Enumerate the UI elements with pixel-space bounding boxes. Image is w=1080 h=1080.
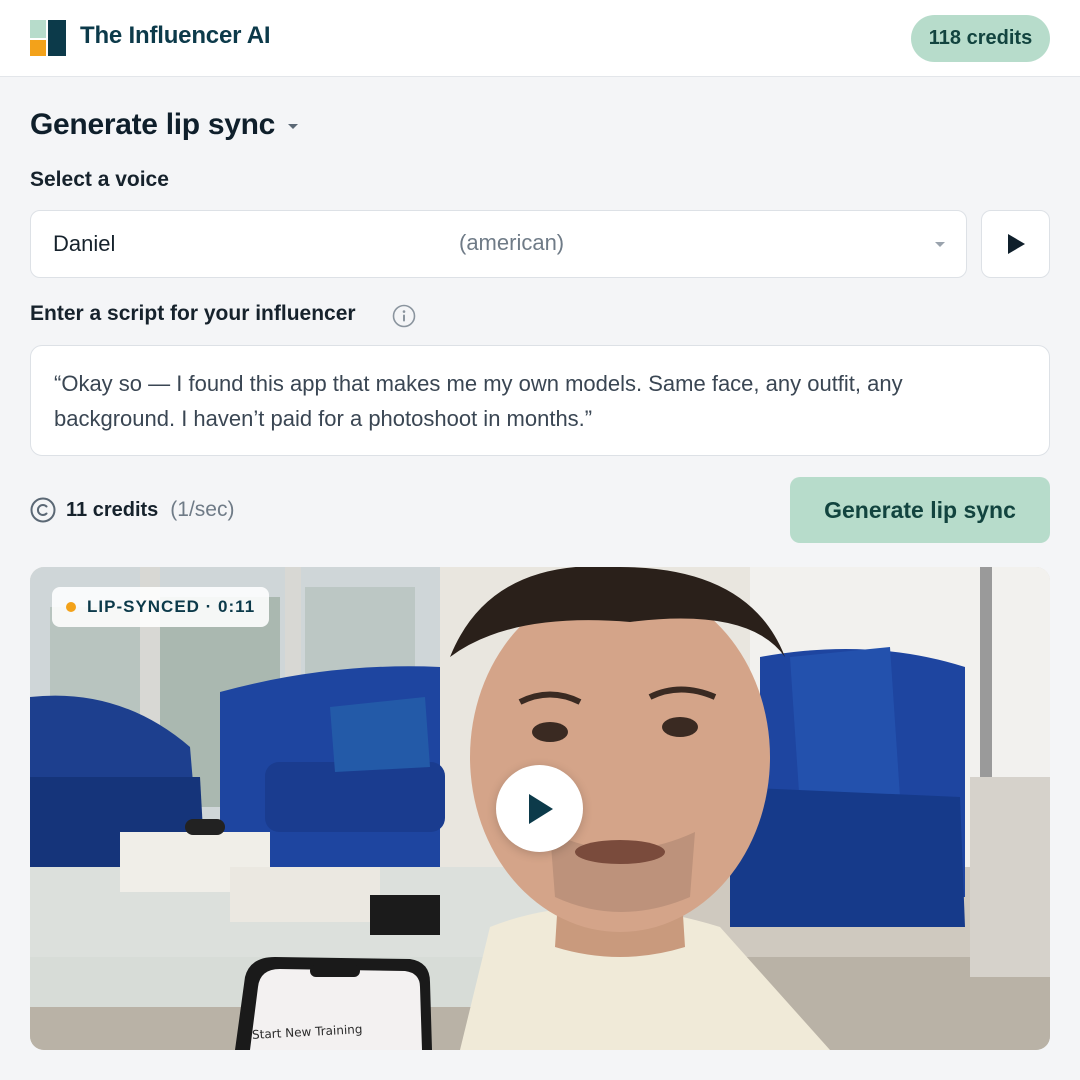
page-title-dropdown[interactable]: Generate lip sync xyxy=(30,108,299,142)
play-voice-button[interactable] xyxy=(981,210,1050,278)
chevron-down-icon xyxy=(935,242,945,247)
generate-lip-sync-button[interactable]: Generate lip sync xyxy=(790,477,1050,543)
script-label: Enter a script for your influencer xyxy=(30,302,356,325)
cost-credits: 11 credits xyxy=(66,498,159,521)
play-icon xyxy=(1007,234,1025,254)
top-header: The Influencer AI 118 credits xyxy=(0,0,1080,77)
video-play-button[interactable] xyxy=(496,765,583,852)
video-preview[interactable]: LIP-SYNCED · 0:11 Start New Training xyxy=(30,567,1050,1050)
voice-name: Daniel xyxy=(53,231,116,256)
status-dot xyxy=(66,602,76,612)
status-text: LIP-SYNCED · 0:11 xyxy=(87,597,256,616)
brand-name: The Influencer AI xyxy=(80,22,271,49)
cost-info: 11 credits (1/sec) xyxy=(30,496,234,524)
voice-accent: (american) xyxy=(459,230,565,255)
status-chip: LIP-SYNCED · 0:11 xyxy=(52,587,270,627)
voice-select[interactable]: Daniel (american) xyxy=(30,210,967,278)
info-icon[interactable] xyxy=(392,304,416,328)
script-textarea[interactable]: “Okay so — I found this app that makes m… xyxy=(30,345,1050,456)
page-title: Generate lip sync xyxy=(30,108,276,141)
voice-label: Select a voice xyxy=(30,168,169,191)
cost-rate: (1/sec) xyxy=(170,498,235,521)
play-icon xyxy=(528,793,553,824)
influencer-logo-icon xyxy=(30,20,66,56)
chevron-down-icon xyxy=(288,124,299,129)
credits-badge[interactable]: 118 credits xyxy=(911,15,1050,62)
copyright-coin-icon xyxy=(30,497,56,523)
